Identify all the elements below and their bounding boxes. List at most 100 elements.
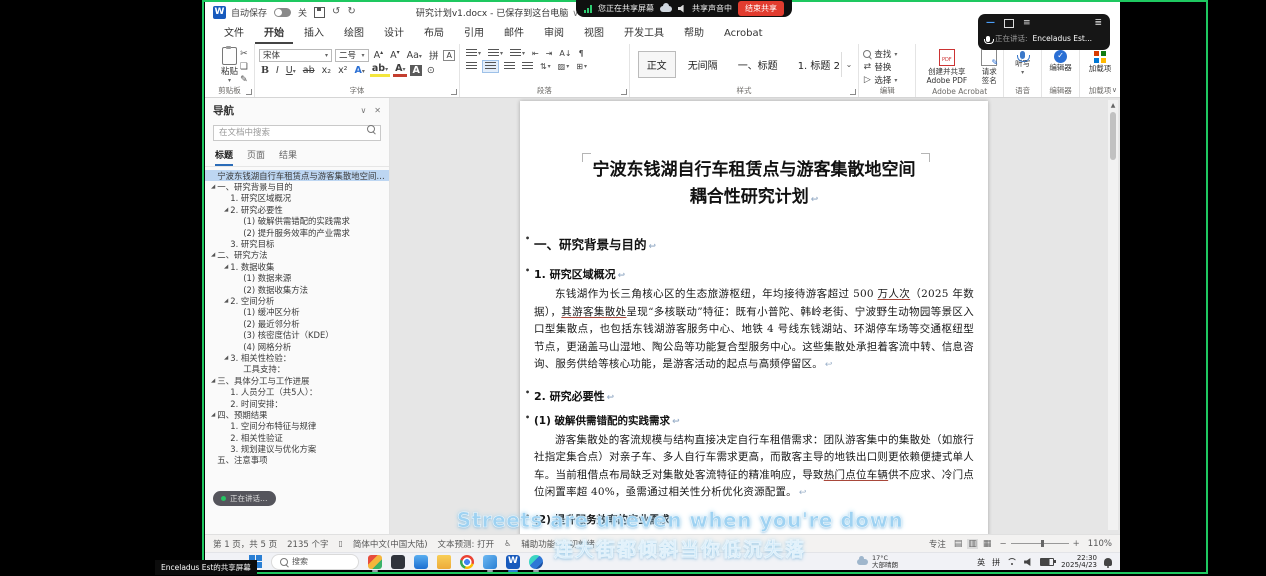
document-title-text[interactable]: 研究计划v1.docx - 已保存到这台电脑∨: [416, 6, 579, 19]
nav-heading-item[interactable]: ◢ 宁波东钱湖自行车租赁点与游客集散地空间耦合性研究计划: [205, 170, 389, 181]
nav-heading-item[interactable]: ◢ 3. 规划建议与优化方案: [205, 443, 389, 454]
ribbon-tab[interactable]: 审阅: [535, 20, 573, 44]
text-effects-icon[interactable]: A▾: [353, 65, 367, 76]
text-prediction[interactable]: 文本预测: 打开: [438, 538, 495, 550]
style-chip[interactable]: 正文: [638, 51, 676, 78]
dictate-button[interactable]: 听写▾: [1015, 47, 1030, 77]
ribbon-tab[interactable]: 布局: [415, 20, 453, 44]
superscript-button[interactable]: x²: [336, 65, 349, 76]
web-layout-icon[interactable]: ▦: [983, 539, 992, 549]
photos-app-icon[interactable]: [483, 555, 497, 569]
navigation-tab[interactable]: 标题: [215, 148, 233, 166]
enclose-characters-icon[interactable]: ⊙: [425, 65, 437, 76]
phonetic-guide-icon[interactable]: 拼: [427, 48, 441, 62]
close-icon[interactable]: ✕: [374, 106, 381, 115]
weather-widget[interactable]: 17°C 大部晴朗: [857, 555, 898, 569]
scroll-up-icon[interactable]: ▲: [1108, 100, 1118, 109]
more-options-icon[interactable]: ≣: [1094, 18, 1102, 28]
zoom-level[interactable]: 110%: [1088, 539, 1112, 549]
font-name-combobox[interactable]: 宋体▾: [259, 49, 332, 62]
cut-icon[interactable]: ✂: [238, 48, 250, 60]
clock[interactable]: 22:30 2025/4/23: [1061, 555, 1097, 570]
language-indicator[interactable]: 简体中文(中国大陆): [353, 538, 428, 550]
nav-heading-item[interactable]: ◢ 3. 研究目标: [205, 238, 389, 249]
grow-font-icon[interactable]: A▴: [372, 49, 386, 61]
highlight-color-icon[interactable]: ab▾: [370, 63, 390, 77]
dialog-launcher-icon[interactable]: [621, 89, 627, 95]
ime-language[interactable]: 英: [977, 557, 985, 568]
accessibility-status[interactable]: 辅助功能: 一切就绪: [521, 538, 595, 550]
laptop-app-icon[interactable]: [391, 555, 405, 569]
style-chip[interactable]: 无间隔: [680, 52, 726, 77]
request-signatures-button[interactable]: 请求签名: [979, 47, 999, 85]
expand-caret-icon[interactable]: ◢: [211, 184, 215, 190]
ribbon-tab[interactable]: 开发工具: [615, 20, 673, 44]
nav-heading-item[interactable]: ◢ (2) 提升服务效率的产业需求: [205, 227, 389, 238]
nav-heading-item[interactable]: ◢ 工具支持：: [205, 364, 389, 375]
font-size-combobox[interactable]: 二号▾: [335, 49, 369, 62]
nav-heading-item[interactable]: ◢ (1) 破解供需错配的实践需求: [205, 216, 389, 227]
ime-mode[interactable]: 拼: [992, 557, 1000, 568]
autosave-toggle[interactable]: [274, 8, 291, 17]
edge-app-icon[interactable]: [529, 555, 543, 569]
font-color-icon[interactable]: A▾: [393, 63, 407, 77]
nav-heading-item[interactable]: ◢ 1. 数据收集: [205, 261, 389, 272]
nav-heading-item[interactable]: ◢ 一、研究背景与目的: [205, 181, 389, 192]
sort-icon[interactable]: A↓: [557, 48, 573, 59]
expand-caret-icon[interactable]: ◢: [211, 378, 215, 384]
meeting-floating-chip[interactable]: 正在讲话…: [213, 491, 276, 506]
subscript-button[interactable]: x₂: [320, 65, 333, 76]
nav-heading-item[interactable]: ◢ (4) 网格分析: [205, 341, 389, 352]
nav-heading-item[interactable]: ◢ (1) 缓冲区分析: [205, 307, 389, 318]
nav-heading-item[interactable]: ◢ 2. 时间安排：: [205, 398, 389, 409]
nav-heading-item[interactable]: ◢ (2) 数据收集方法: [205, 284, 389, 295]
word-count[interactable]: 2135 个字: [287, 538, 328, 550]
page-indicator[interactable]: 第 1 页，共 5 页: [213, 538, 277, 550]
battery-icon[interactable]: [1040, 558, 1054, 566]
nav-heading-item[interactable]: ◢ 1. 人员分工（共5人）：: [205, 386, 389, 397]
underline-button[interactable]: U▾: [284, 65, 298, 76]
ribbon-tab[interactable]: 设计: [375, 20, 413, 44]
nav-heading-item[interactable]: ◢ 1. 研究区域概况: [205, 193, 389, 204]
expand-caret-icon[interactable]: ◢: [224, 355, 228, 361]
nav-heading-item[interactable]: ◢ (2) 最近邻分析: [205, 318, 389, 329]
nav-heading-item[interactable]: ◢ 三、具体分工与工作进展: [205, 375, 389, 386]
taskbar-search[interactable]: 搜索: [271, 554, 359, 570]
speaker-icon[interactable]: [678, 5, 686, 13]
store-app-icon[interactable]: [414, 555, 428, 569]
character-border-icon[interactable]: A: [443, 50, 454, 61]
bold-button[interactable]: B: [259, 65, 271, 76]
add-ins-button[interactable]: 加载项: [1089, 47, 1112, 74]
stop-sharing-button[interactable]: 结束共享: [738, 1, 784, 16]
navigation-tab[interactable]: 结果: [279, 148, 297, 166]
expand-caret-icon[interactable]: ◢: [224, 298, 228, 304]
word-app-icon[interactable]: [506, 555, 520, 569]
expand-caret-icon[interactable]: ◢: [211, 252, 215, 258]
paste-button[interactable]: 粘贴▾: [221, 47, 238, 84]
increase-indent-icon[interactable]: ⇥: [544, 48, 555, 59]
zoom-slider[interactable]: [1011, 543, 1069, 544]
line-spacing-icon[interactable]: ⇅▾: [538, 61, 553, 72]
character-shading-icon[interactable]: A: [410, 65, 421, 76]
nav-heading-item[interactable]: ◢ 1. 空间分布特征与规律: [205, 421, 389, 432]
ribbon-tab[interactable]: 插入: [295, 20, 333, 44]
minimize-icon[interactable]: —: [986, 18, 995, 28]
shading-icon[interactable]: ▨▾: [556, 61, 572, 72]
chrome-app-icon[interactable]: [460, 555, 474, 569]
zoom-out-icon[interactable]: −: [999, 539, 1006, 549]
expand-caret-icon[interactable]: ◢: [224, 207, 228, 213]
chevron-down-icon[interactable]: ∨: [360, 106, 366, 115]
borders-icon[interactable]: ⊞▾: [574, 61, 589, 72]
dialog-launcher-icon[interactable]: [850, 89, 856, 95]
window-icon[interactable]: [1004, 19, 1014, 28]
style-chip[interactable]: 1. 标题 2: [790, 52, 848, 77]
navigation-tab[interactable]: 页面: [247, 148, 265, 166]
nav-heading-item[interactable]: ◢ 四、预期结果: [205, 409, 389, 420]
nav-heading-item[interactable]: ◢ 2. 相关性验证: [205, 432, 389, 443]
volume-icon[interactable]: [1024, 558, 1033, 566]
books-app-icon[interactable]: [368, 555, 382, 569]
editor-button[interactable]: ✓编辑器: [1049, 47, 1072, 73]
folder-app-icon[interactable]: [437, 555, 451, 569]
show-marks-icon[interactable]: ¶: [577, 48, 586, 59]
menu-icon[interactable]: ≡: [1023, 18, 1031, 28]
